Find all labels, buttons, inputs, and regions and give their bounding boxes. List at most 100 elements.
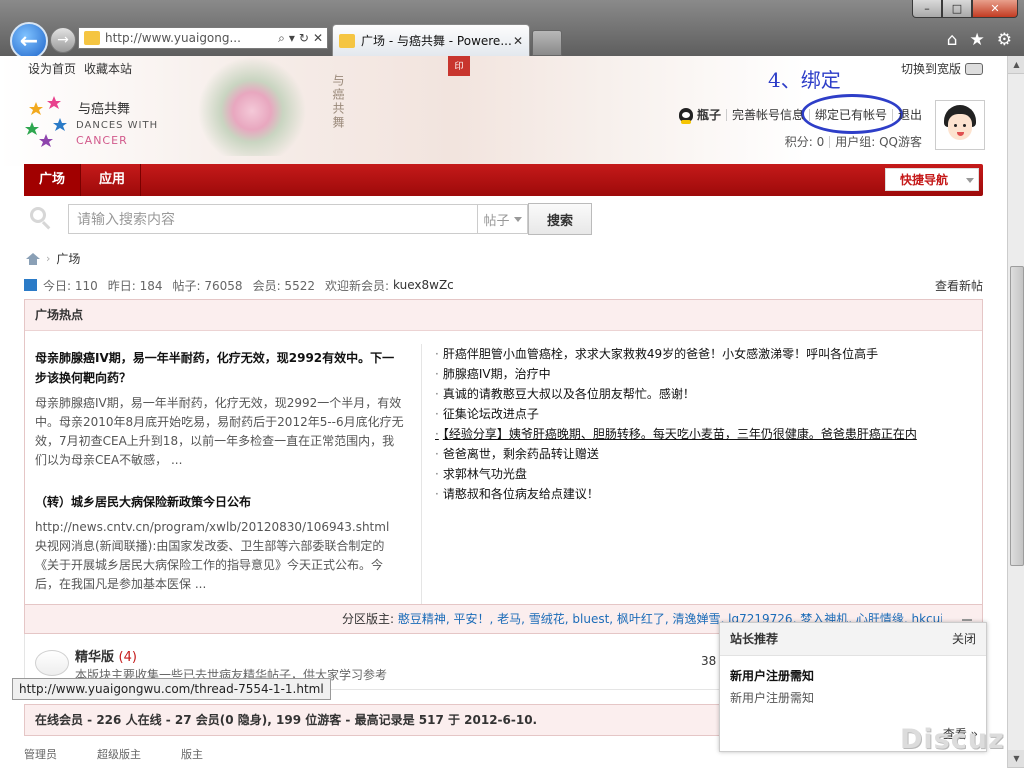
annotation-label: 4、绑定 [768,68,841,92]
legend-super-mod: 超级版主 [97,748,141,761]
set-home-link[interactable]: 设为首页 [28,60,76,77]
breadcrumb-plaza[interactable]: 广场 [56,250,80,267]
list-item[interactable]: 征集论坛改进点子 [435,404,975,424]
search-icon [30,207,54,231]
list-item[interactable]: 真诚的请教憨豆大叔以及各位朋友帮忙。感谢！ [435,384,975,404]
avatar-face-icon [941,105,979,145]
switch-width-link[interactable]: 切换到宽版 [901,60,961,77]
user-points[interactable]: 积分: 0 [785,133,825,150]
new-member-link[interactable]: kuex8wZc [393,278,454,292]
search-type-label: 帖子 [483,213,510,229]
popup-title: 站长推荐 [730,632,779,646]
home-icon[interactable] [26,252,40,265]
speech-bubble-icon [35,650,69,676]
user-links: 瓶子 完善帐号信息 绑定已有帐号 退出 [678,106,922,124]
featured-post-title[interactable]: （转）城乡居民大病保险新政策今日公布 [35,492,405,512]
legend-admin: 管理员 [24,748,57,761]
minimize-button[interactable]: – [912,0,942,18]
quick-nav-label: 快捷导航 [900,173,949,187]
forum-name-link[interactable]: 精华版 [75,650,114,665]
bookmark-link[interactable]: 收藏本站 [84,60,132,77]
header-calligraphy: 与癌共舞 [331,74,345,130]
search-icon[interactable]: ⌕ [278,31,285,46]
logo-en-line1: DANCES WITH [76,120,159,131]
tab-favicon-icon [339,33,355,48]
site-favicon-icon [84,31,100,45]
forum-topic-count: 38 [701,654,717,668]
search-type-select[interactable]: 帖子 [478,204,528,234]
featured-post-summary: 母亲肺腺癌IV期，易一年半耐药，化疗无效，现2992一个半月，有效中。母亲201… [35,396,404,467]
scroll-down-icon[interactable]: ▼ [1008,750,1024,768]
bind-account-link[interactable]: 绑定已有帐号 [815,106,887,123]
list-item[interactable]: 肝癌伴胆管小血管癌栓，求求大家救救49岁的爸爸！小女感激涕零！呼叫各位高手 [435,344,975,364]
tab-title: 广场 - 与癌共舞 - Powere... [361,34,512,48]
legend-mod: 版主 [181,748,203,761]
hot-topics-box: 广场热点 母亲肺腺癌IV期，易一年半耐药，化疗无效，现2992有效中。下一步该换… [24,299,983,619]
qq-penguin-icon [678,107,693,124]
site-logo[interactable]: 与癌共舞 DANCES WITH CANCER [24,94,164,156]
stop-icon[interactable]: ✕ [313,31,323,46]
forum-stats: 今日: 110 昨日: 184 帖子: 76058 会员: 5522 欢迎新会员… [24,276,983,294]
logout-link[interactable]: 退出 [898,106,922,123]
address-bar[interactable]: http://www.yuaigong... ⌕ ▾ ↻ ✕ [78,27,328,49]
popup-close-button[interactable]: 关闭 [952,623,976,655]
popup-item-title[interactable]: 新用户注册需知 [730,667,814,684]
nav-item-plaza[interactable]: 广场 [24,164,82,196]
username-link[interactable]: 瓶子 [697,106,721,123]
view-new-posts-link[interactable]: 查看新帖 [935,277,983,294]
chevron-down-icon [513,216,522,222]
refresh-icon[interactable]: ↻ [299,31,309,46]
glasses-icon [965,62,983,75]
address-url[interactable]: http://www.yuaigong... [105,31,274,45]
tab-close-icon[interactable]: ✕ [513,34,523,48]
web-page: 与癌共舞 印 设为首页 收藏本站 切换到宽版 与癌共舞 DANCES WITH … [0,56,1007,768]
nav-item-apps[interactable]: 应用 [84,164,142,196]
back-button[interactable]: ← [10,22,48,60]
featured-post-summary: http://news.cntv.cn/program/xwlb/2012083… [35,520,390,591]
logo-cn: 与癌共舞 [78,102,131,117]
collapse-icon[interactable] [962,619,972,621]
quick-nav-button[interactable]: 快捷导航 [885,168,979,191]
list-item[interactable]: 肺腺癌IV期，治疗中 [435,364,975,384]
stat-posts: 帖子: 76058 [172,278,243,293]
forum-new-count: (4) [118,650,137,665]
forward-arrow-icon: → [57,32,69,48]
user-group[interactable]: 用户组: QQ游客 [835,133,922,150]
list-item[interactable]: 【经验分享】姨爷肝癌晚期、胆肠转移。每天吃小麦苗，三年仍很健康。爸爸患肝癌正在内 [435,424,975,444]
popup-item-subtitle: 新用户注册需知 [730,691,815,705]
complete-account-link[interactable]: 完善帐号信息 [732,106,804,123]
browser-tab-active[interactable]: 广场 - 与癌共舞 - Powere... ✕ [332,24,530,56]
browser-toolbar-icons: ⌂ ★ ⚙ [947,30,1012,50]
browser-chrome: – □ ✕ ← → http://www.yuaigong... ⌕ ▾ ↻ ✕… [0,0,1024,60]
scroll-up-icon[interactable]: ▲ [1008,56,1024,74]
search-button[interactable]: 搜索 [528,203,592,235]
new-tab-button[interactable] [532,30,562,56]
stat-welcome: 欢迎新会员: [324,278,390,293]
list-item[interactable]: 请憨叔和各位病友给点建议！ [435,484,975,504]
avatar[interactable] [935,100,985,150]
star-icon[interactable]: ★ [970,30,985,50]
close-window-button[interactable]: ✕ [972,0,1018,18]
hot-topics-title: 广场热点 [25,300,982,331]
address-tools: ⌕ ▾ ↻ ✕ [274,31,327,46]
scrollbar-thumb[interactable] [1010,266,1024,566]
back-arrow-icon: ← [19,28,39,54]
list-item[interactable]: 求郭林气功光盘 [435,464,975,484]
stat-yesterday: 昨日: 184 [107,278,163,293]
vertical-scrollbar[interactable]: ▲ ▼ [1007,56,1024,768]
forward-button[interactable]: → [50,27,76,53]
list-item[interactable]: 爸爸离世，剩余药品转让赠送 [435,444,975,464]
switch-width[interactable]: 切换到宽版 [901,60,983,77]
home-icon[interactable]: ⌂ [947,30,958,50]
moderators-label: 分区版主: [342,612,395,626]
hot-topic-list: 肝癌伴胆管小血管癌栓，求求大家救救49岁的爸爸！小女感激涕零！呼叫各位高手 肺腺… [435,344,975,504]
compat-icon[interactable]: ▾ [289,31,295,46]
member-legend: 管理员 超级版主 版主 [24,746,203,762]
discuz-watermark: Discuz! [900,724,1007,755]
gear-icon[interactable]: ⚙ [997,30,1012,50]
featured-post-title[interactable]: 母亲肺腺癌IV期，易一年半耐药，化疗无效，现2992有效中。下一步该换何靶向药？ [35,348,405,388]
chevron-right-icon: › [46,252,51,265]
maximize-button[interactable]: □ [942,0,972,18]
user-points-line: 积分: 0 用户组: QQ游客 [785,133,922,150]
search-input[interactable]: 请输入搜索内容 [68,204,478,234]
